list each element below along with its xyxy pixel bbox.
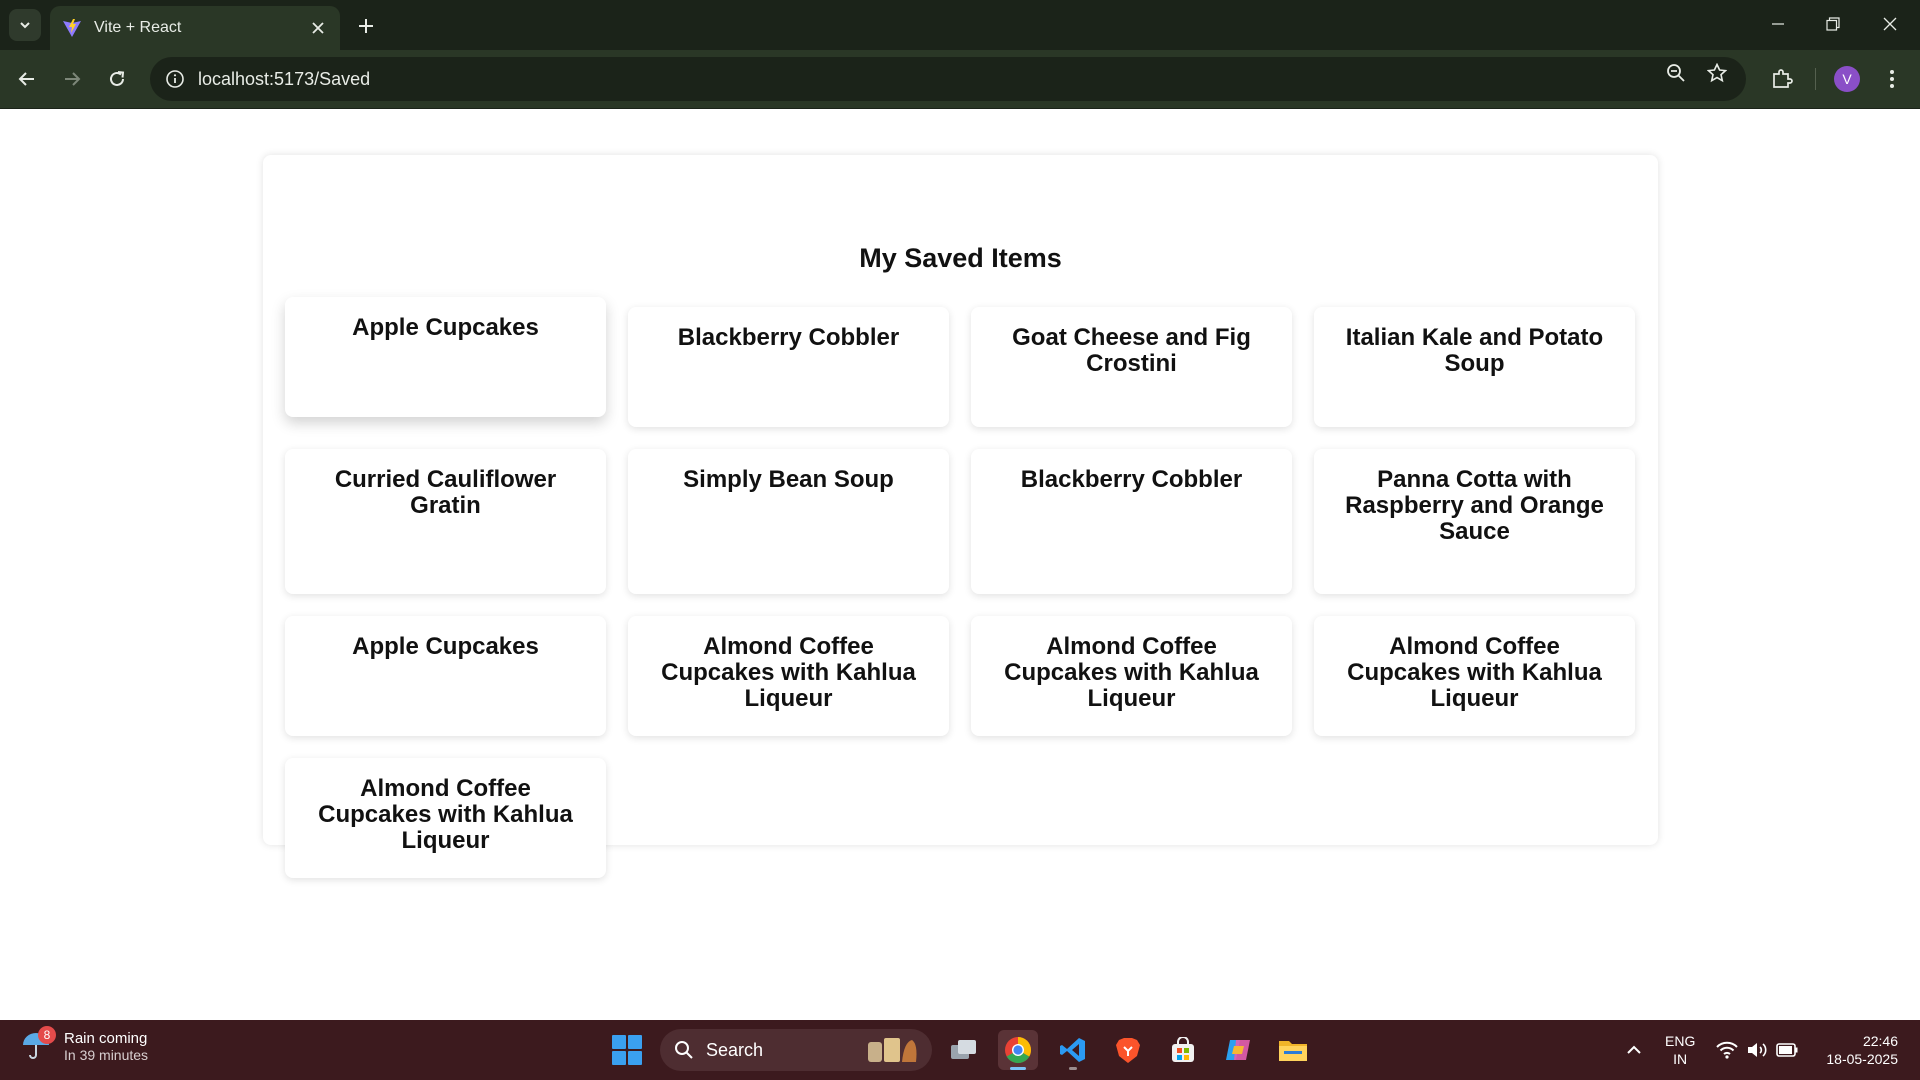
restore-icon — [1826, 17, 1840, 31]
task-view-button[interactable] — [944, 1030, 984, 1070]
saved-item-card[interactable]: Curried Cauliflower Gratin — [285, 449, 606, 594]
browser-menu-button[interactable] — [1876, 63, 1908, 95]
browser-tab[interactable]: Vite + React — [50, 6, 340, 50]
weather-subtitle: In 39 minutes — [64, 1046, 149, 1063]
saved-item-card[interactable]: Apple Cupcakes — [285, 616, 606, 736]
brave-taskbar-app[interactable] — [1108, 1030, 1148, 1070]
windows-logo-tile — [628, 1035, 642, 1049]
arrow-right-icon — [65, 72, 81, 86]
speaker-icon — [1748, 1043, 1767, 1057]
url-text: localhost:5173/Saved — [198, 68, 371, 89]
plus-icon — [359, 19, 373, 33]
chevron-up-icon — [1627, 1045, 1641, 1054]
address-bar[interactable]: localhost:5173/Saved — [150, 57, 1746, 101]
file-explorer-taskbar-app[interactable] — [1273, 1030, 1313, 1070]
search-label: Search — [706, 1039, 764, 1060]
clock-time: 22:46 — [1862, 1033, 1898, 1049]
chevron-down-icon — [20, 22, 30, 29]
toolbar-divider — [1815, 68, 1816, 90]
chrome-icon — [1005, 1037, 1032, 1064]
clock-date: 18-05-2025 — [1826, 1051, 1898, 1067]
search-icon — [675, 1041, 693, 1059]
saved-item-card[interactable]: Almond Coffee Cupcakes with Kahlua Lique… — [1314, 616, 1635, 736]
close-icon — [1883, 17, 1897, 31]
close-window-button[interactable] — [1870, 8, 1910, 40]
tab-title: Vite + React — [94, 19, 182, 36]
zoom-out-icon — [1667, 64, 1685, 82]
forward-button[interactable] — [56, 63, 88, 95]
system-clock[interactable]: 22:46 18-05-2025 — [1818, 1032, 1898, 1068]
start-button[interactable] — [612, 1035, 642, 1065]
saved-item-card[interactable]: Almond Coffee Cupcakes with Kahlua Lique… — [285, 758, 606, 878]
kebab-menu-icon — [1890, 70, 1894, 88]
bookmark-button[interactable] — [1705, 61, 1729, 85]
saved-item-card[interactable]: Blackberry Cobbler — [971, 449, 1292, 594]
page-content: My Saved Items Apple Cupcakes Blackberry… — [0, 109, 1920, 1021]
star-icon — [1707, 63, 1727, 83]
saved-item-card[interactable]: Apple Cupcakes — [285, 297, 606, 417]
saved-item-card[interactable]: Almond Coffee Cupcakes with Kahlua Lique… — [628, 616, 949, 736]
search-highlight-icon — [868, 1038, 917, 1062]
page-title: My Saved Items — [859, 243, 1062, 273]
browser-toolbar: localhost:5173/Saved — [0, 50, 1920, 109]
active-indicator — [1010, 1067, 1026, 1070]
language-indicator[interactable]: ENG IN — [1665, 1032, 1695, 1068]
battery-icon — [1776, 1043, 1798, 1057]
weather-title: Rain coming — [64, 1029, 148, 1047]
language-region: IN — [1673, 1051, 1688, 1067]
saved-items-grid: Apple Cupcakes Blackberry Cobbler Goat C… — [285, 285, 1637, 878]
saved-item-card[interactable]: Italian Kale and Potato Soup — [1314, 307, 1635, 427]
reload-icon — [110, 71, 125, 86]
site-info-icon[interactable] — [164, 68, 186, 90]
brave-lion-icon — [1116, 1038, 1140, 1063]
umbrella-icon: 8 — [20, 1026, 56, 1064]
saved-item-card[interactable]: Goat Cheese and Fig Crostini — [971, 307, 1292, 427]
saved-item-card[interactable]: Panna Cotta with Raspberry and Orange Sa… — [1314, 449, 1635, 594]
saved-item-card[interactable]: Almond Coffee Cupcakes with Kahlua Lique… — [971, 616, 1292, 736]
reload-button[interactable] — [101, 63, 133, 95]
vscode-icon — [1060, 1038, 1085, 1062]
windows-logo-tile — [612, 1035, 626, 1049]
task-view-icon — [951, 1040, 976, 1059]
wifi-icon — [1716, 1041, 1738, 1059]
taskbar: 8 Rain coming In 39 minutes Search ENG I… — [0, 1020, 1920, 1080]
folder-icon — [1279, 1041, 1307, 1061]
windows-logo-tile — [628, 1051, 642, 1065]
running-indicator — [1069, 1067, 1077, 1070]
notification-badge: 8 — [38, 1026, 56, 1044]
show-hidden-icons-button[interactable] — [1618, 1030, 1650, 1070]
language-code: ENG — [1665, 1033, 1696, 1049]
browser-titlebar: Vite + React — [0, 0, 1920, 50]
tab-close-icon[interactable] — [308, 18, 328, 38]
windows-logo-tile — [612, 1051, 626, 1065]
saved-item-card[interactable]: Simply Bean Soup — [628, 449, 949, 594]
store-bag-icon — [1172, 1037, 1194, 1062]
saved-item-card[interactable]: Blackberry Cobbler — [628, 307, 949, 427]
new-tab-button[interactable] — [352, 12, 380, 40]
wifi-status[interactable] — [1714, 1030, 1740, 1070]
store-taskbar-app[interactable] — [1163, 1030, 1203, 1070]
arrow-left-icon — [18, 72, 34, 86]
copilot-icon — [1226, 1040, 1250, 1060]
minimize-icon — [1772, 23, 1784, 25]
copilot-taskbar-app[interactable] — [1218, 1030, 1258, 1070]
weather-widget[interactable]: 8 Rain coming In 39 minutes — [20, 1026, 149, 1064]
minimize-button[interactable] — [1758, 8, 1798, 40]
puzzle-icon — [1773, 69, 1793, 88]
restore-button[interactable] — [1813, 8, 1853, 40]
zoom-button[interactable] — [1664, 61, 1688, 85]
vscode-taskbar-app[interactable] — [1053, 1030, 1093, 1070]
vite-logo-icon — [63, 19, 81, 37]
tab-search-button[interactable] — [9, 9, 41, 41]
saved-items-panel: My Saved Items Apple Cupcakes Blackberry… — [263, 155, 1658, 878]
battery-status[interactable] — [1774, 1030, 1800, 1070]
volume-status[interactable] — [1744, 1030, 1770, 1070]
taskbar-search[interactable]: Search — [660, 1029, 932, 1071]
chrome-taskbar-app[interactable] — [998, 1030, 1038, 1070]
extensions-button[interactable] — [1766, 63, 1798, 95]
back-button[interactable] — [11, 63, 43, 95]
profile-avatar[interactable]: V — [1834, 66, 1860, 92]
